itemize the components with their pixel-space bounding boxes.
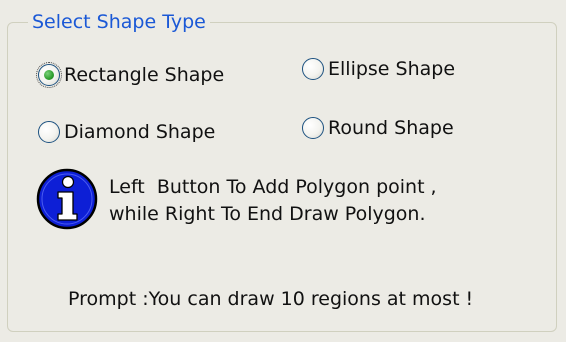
radio-round-shape[interactable]: Round Shape xyxy=(302,115,454,141)
radio-label-rectangle[interactable]: Rectangle Shape xyxy=(64,62,224,88)
radio-rectangle-shape[interactable]: Rectangle Shape xyxy=(36,62,224,88)
groupbox-title: Select Shape Type xyxy=(28,9,210,35)
radio-button[interactable] xyxy=(302,117,324,139)
radio-label-diamond[interactable]: Diamond Shape xyxy=(64,119,215,145)
prompt-text: Prompt :You can draw 10 regions at most … xyxy=(68,288,474,310)
radio-label-round[interactable]: Round Shape xyxy=(328,115,454,141)
info-line-1: Left Button To Add Polygon point , xyxy=(109,176,437,198)
radio-button[interactable] xyxy=(302,58,324,80)
info-icon xyxy=(36,168,98,230)
radio-selected-dot xyxy=(44,70,54,80)
radio-button-checked[interactable] xyxy=(36,62,62,88)
radio-button[interactable] xyxy=(38,121,60,143)
radio-ellipse-shape[interactable]: Ellipse Shape xyxy=(302,56,455,82)
radio-diamond-shape[interactable]: Diamond Shape xyxy=(38,119,215,145)
radio-label-ellipse[interactable]: Ellipse Shape xyxy=(328,56,455,82)
info-message: Left Button To Add Polygon point , while… xyxy=(109,174,437,228)
info-line-2: while Right To End Draw Polygon. xyxy=(109,203,426,225)
